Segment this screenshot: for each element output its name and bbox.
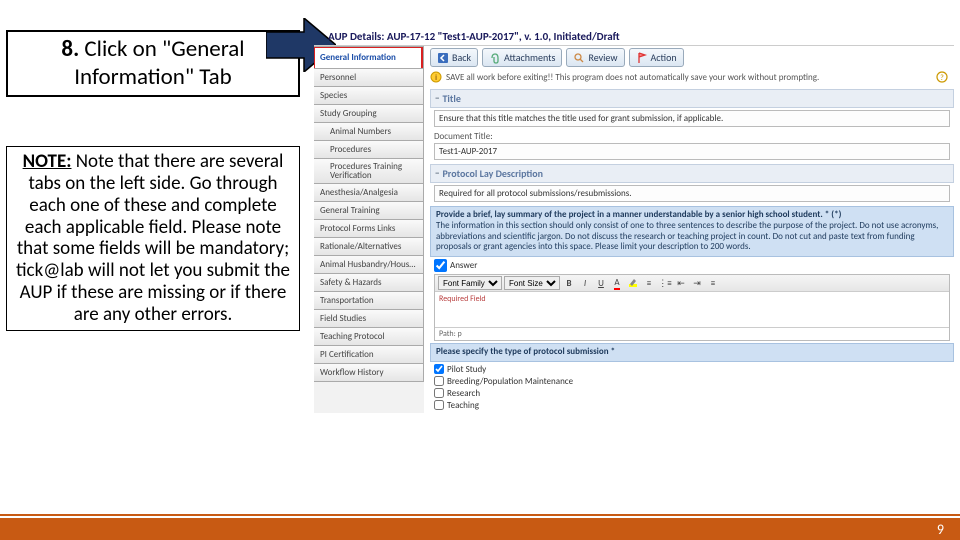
document-title-input[interactable]: Test1-AUP-2017 [434, 143, 950, 160]
tab-procedures-training[interactable]: Procedures Training Verification [314, 159, 424, 184]
color-button[interactable]: A [610, 276, 624, 290]
rte-path: Path: p [435, 328, 949, 340]
ol-button[interactable]: ⋮≡ [658, 276, 672, 290]
tab-rationale[interactable]: Rationale/Alternatives [314, 238, 424, 256]
tab-general-training[interactable]: General Training [314, 202, 424, 220]
note-body: Note that there are several tabs on the … [16, 150, 290, 326]
tab-animal-numbers[interactable]: Animal Numbers [314, 123, 424, 141]
app-screenshot: AUP Details: AUP-17-12 "Test1-AUP-2017",… [314, 30, 954, 500]
title-blurb: Ensure that this title matches the title… [434, 110, 950, 127]
specify-type-box: Please specify the type of protocol subm… [430, 343, 954, 362]
app-title: AUP Details: AUP-17-12 "Test1-AUP-2017",… [328, 30, 954, 43]
font-family-select[interactable]: Font Family [438, 276, 502, 290]
rte-body[interactable]: Required Field [435, 292, 949, 328]
tab-safety[interactable]: Safety & Hazards [314, 274, 424, 292]
tab-workflow[interactable]: Workflow History [314, 364, 424, 382]
italic-button[interactable]: I [578, 276, 592, 290]
instruction-box: 8. Click on "General Information" Tab [6, 30, 300, 97]
footer [0, 518, 960, 540]
note-label: NOTE: [23, 150, 72, 173]
tab-transportation[interactable]: Transportation [314, 292, 424, 310]
ul-button[interactable]: ≡ [642, 276, 656, 290]
instruction-step: 8. [61, 35, 79, 63]
review-button[interactable]: Review [566, 48, 624, 67]
info-icon: i [430, 71, 442, 83]
protocol-type-checks: Pilot Study Breeding/Population Maintena… [434, 364, 950, 411]
highlight-icon [628, 278, 638, 288]
footer-line [0, 514, 960, 516]
tab-field-studies[interactable]: Field Studies [314, 310, 424, 328]
tab-protocol-forms[interactable]: Protocol Forms Links [314, 220, 424, 238]
paperclip-icon [489, 52, 501, 64]
check-breeding[interactable]: Breeding/Population Maintenance [434, 376, 950, 387]
font-size-select[interactable]: Font Size [504, 276, 560, 290]
warning-bar: i SAVE all work before exiting!! This pr… [430, 71, 954, 83]
title-section-header[interactable]: Title [430, 89, 954, 108]
question-box: Provide a brief, lay summary of the proj… [430, 206, 954, 257]
page-number: 9 [937, 521, 944, 538]
action-button[interactable]: Action [629, 48, 684, 67]
protocol-section-header[interactable]: Protocol Lay Description [430, 164, 954, 183]
sidebar: General Information Personnel Species St… [314, 46, 424, 413]
tab-procedures[interactable]: Procedures [314, 141, 424, 159]
note-box: NOTE: Note that there are several tabs o… [6, 146, 300, 331]
tab-study-grouping[interactable]: Study Grouping [314, 105, 424, 123]
bold-button[interactable]: B [562, 276, 576, 290]
help-icon: ? [936, 71, 948, 83]
outdent-button[interactable]: ⇤ [674, 276, 688, 290]
underline-button[interactable]: U [594, 276, 608, 290]
tab-husbandry[interactable]: Animal Husbandry/Housing [314, 256, 424, 274]
tab-species[interactable]: Species [314, 87, 424, 105]
rich-text-editor[interactable]: Font Family Font Size B I U A ≡ ⋮≡ ⇤ ⇥ ≡… [434, 274, 950, 341]
answer-checkbox[interactable]: Answer [434, 259, 950, 272]
highlight-button[interactable] [626, 276, 640, 290]
check-teaching[interactable]: Teaching [434, 400, 950, 411]
tab-personnel[interactable]: Personnel [314, 69, 424, 87]
protocol-blurb: Required for all protocol submissions/re… [434, 185, 950, 202]
question-body: The information in this section should o… [436, 221, 948, 253]
tab-teaching[interactable]: Teaching Protocol [314, 328, 424, 346]
svg-text:i: i [435, 73, 437, 83]
check-research[interactable]: Research [434, 388, 950, 399]
document-title-label: Document Title: [434, 131, 950, 142]
back-button[interactable]: Back [430, 48, 478, 67]
tab-anesthesia[interactable]: Anesthesia/Analgesia [314, 184, 424, 202]
toolbar: Back Attachments Review Action [430, 48, 954, 67]
back-icon [437, 52, 449, 64]
svg-text:?: ? [940, 73, 944, 83]
indent-button[interactable]: ⇥ [690, 276, 704, 290]
instruction-text: Click on "General Information" Tab [74, 35, 244, 91]
tab-pi-cert[interactable]: PI Certification [314, 346, 424, 364]
check-pilot[interactable]: Pilot Study [434, 364, 950, 375]
main-panel: Back Attachments Review Action i SAVE al… [424, 46, 954, 413]
rte-toolbar: Font Family Font Size B I U A ≡ ⋮≡ ⇤ ⇥ ≡ [435, 275, 949, 292]
tab-general-information[interactable]: General Information [314, 46, 424, 69]
flag-icon [636, 52, 648, 64]
attachments-button[interactable]: Attachments [482, 48, 562, 67]
eq-button[interactable]: ≡ [706, 276, 720, 290]
review-icon [573, 52, 585, 64]
